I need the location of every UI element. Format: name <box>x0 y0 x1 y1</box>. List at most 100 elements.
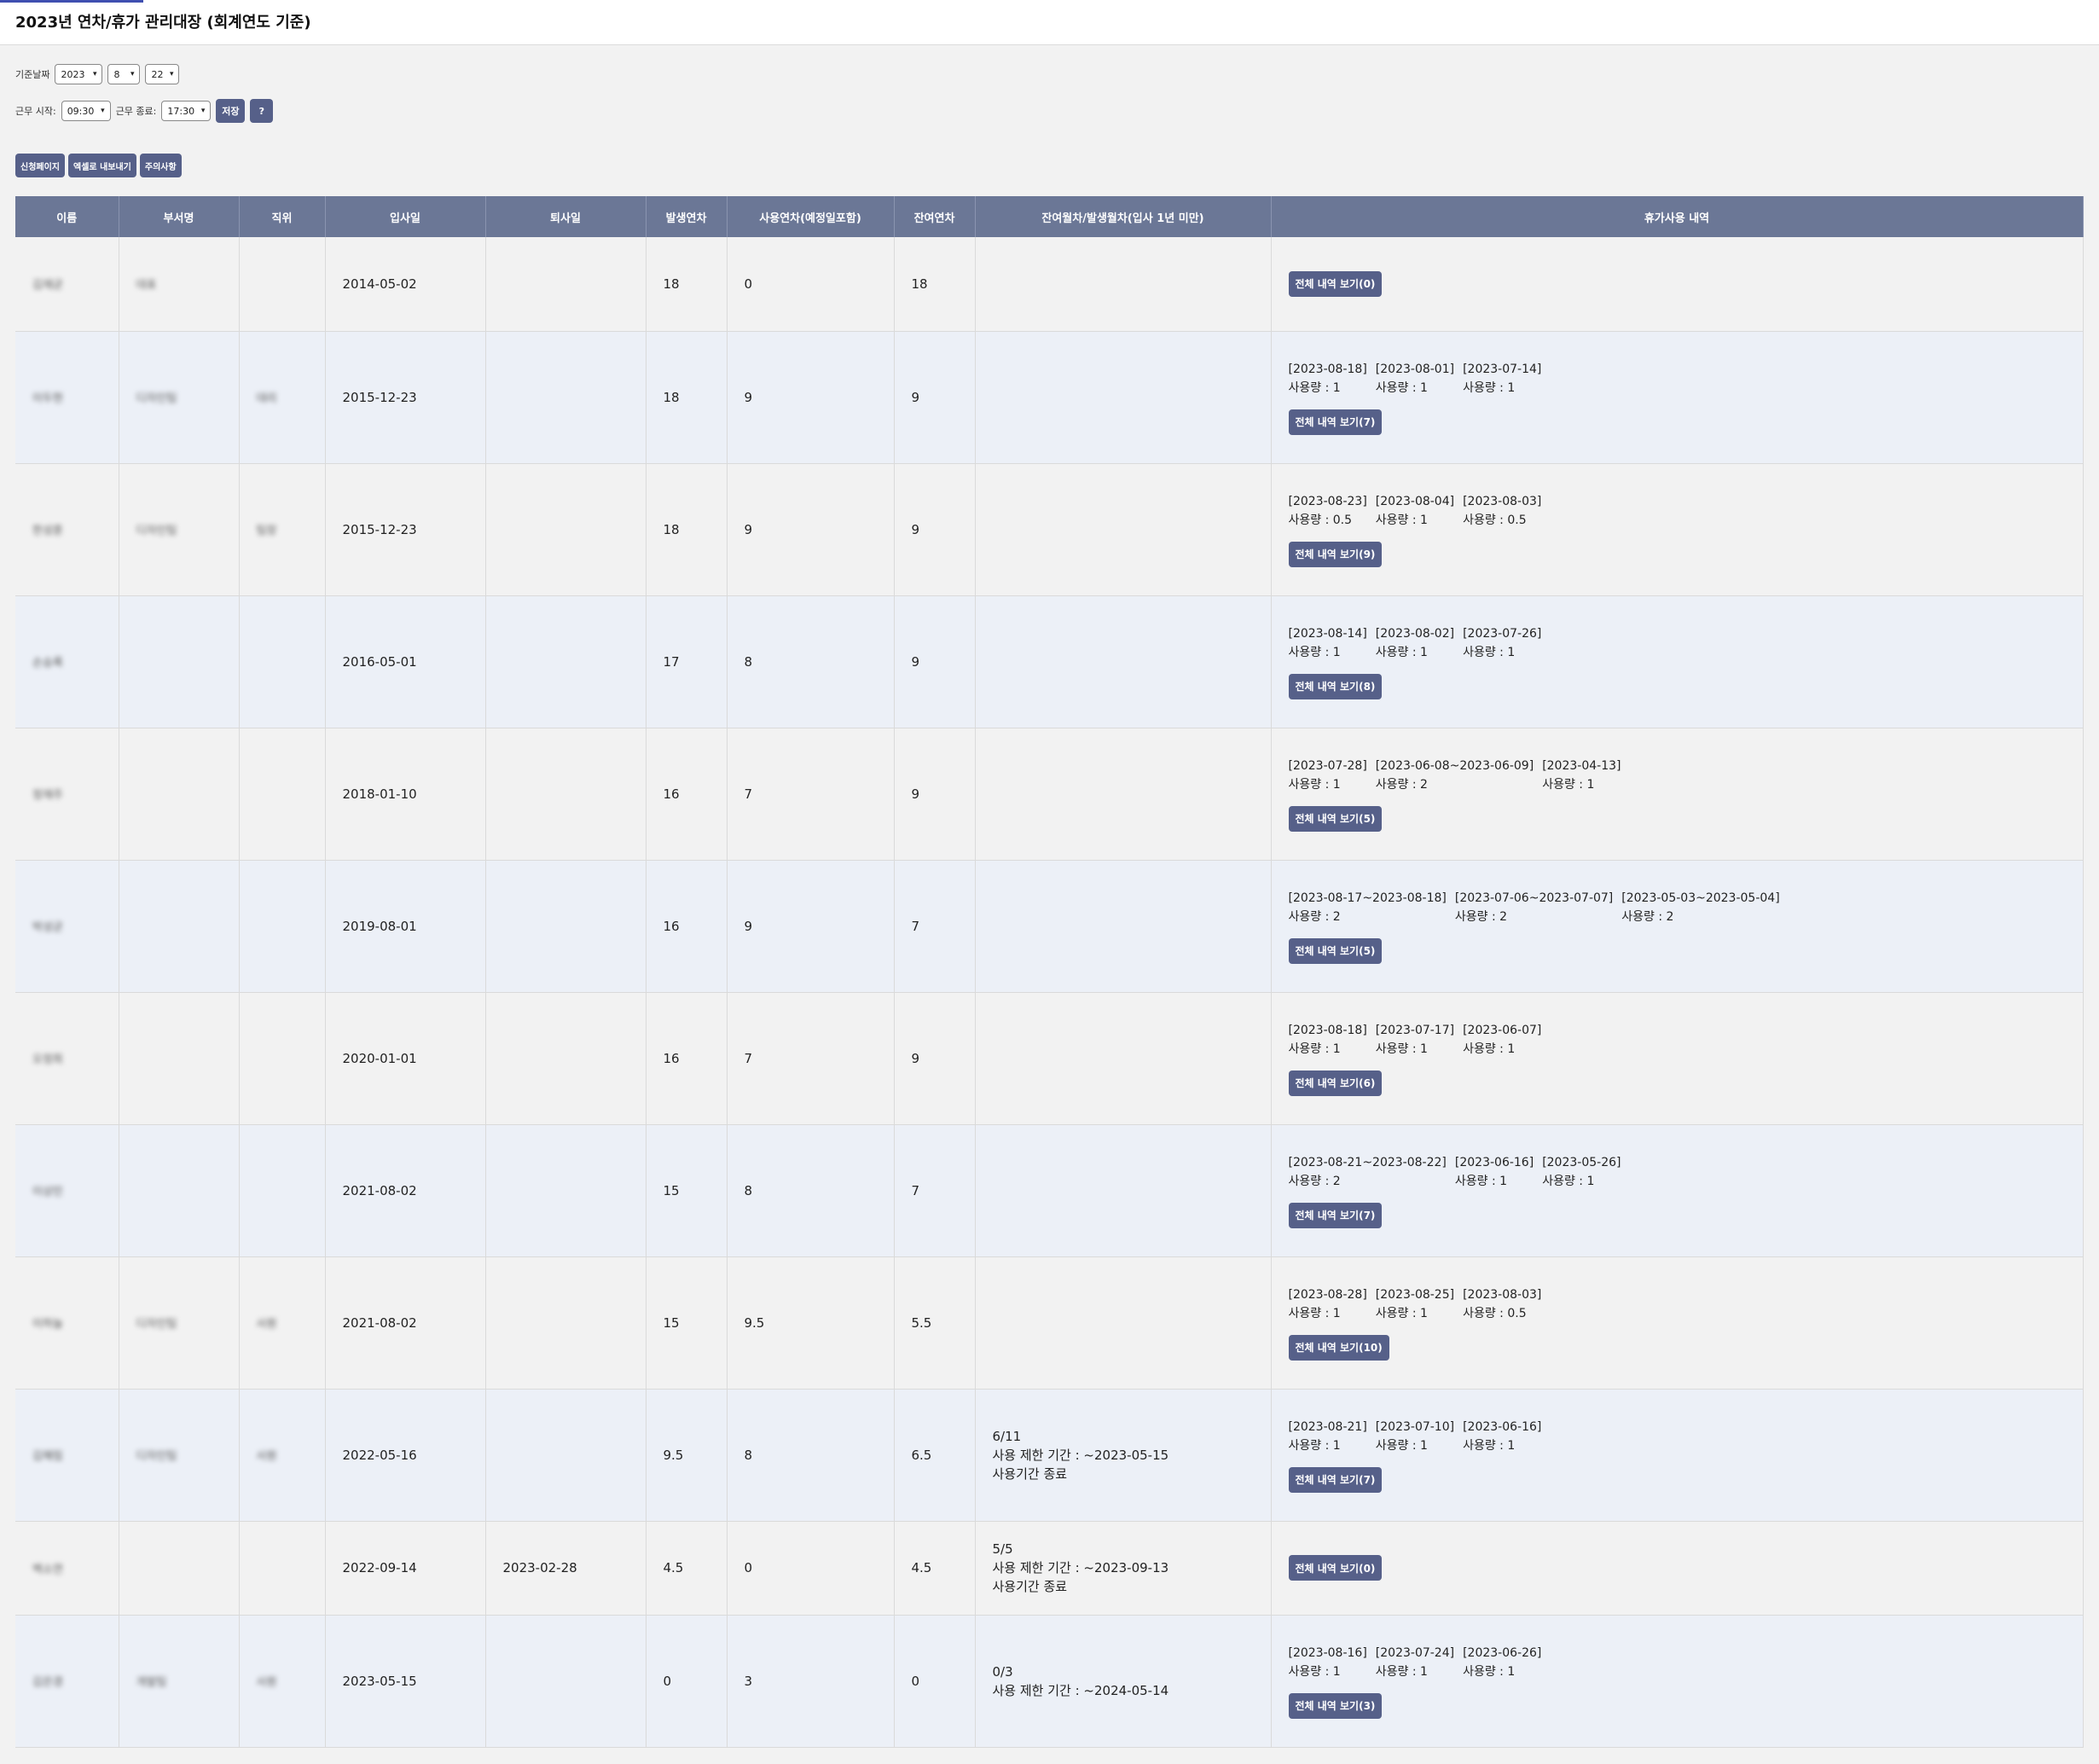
view-all-history-button[interactable]: 전체 내역 보기(0) <box>1288 1555 1383 1581</box>
column-header-name: 이름 <box>15 196 119 237</box>
remaining-cell: 0 <box>894 1615 976 1748</box>
position-cell: 대리 <box>239 331 326 464</box>
view-all-history-button[interactable]: 전체 내역 보기(7) <box>1288 1466 1383 1493</box>
history-entry: [2023-07-28] 사용량 : 1 <box>1289 757 1367 794</box>
chevron-down-icon: ▾ <box>130 70 135 78</box>
history-date: [2023-06-08~2023-06-09] <box>1375 758 1534 773</box>
monthly-cell: 5/5 사용 제한 기간 : ~2023-09-13 사용기간 종료 <box>975 1521 1272 1616</box>
monthly-cell <box>975 860 1272 993</box>
position-cell <box>239 860 326 993</box>
history-date: [2023-08-02] <box>1375 626 1455 641</box>
employee-name: 김은경 <box>32 1676 63 1689</box>
name-cell: 김재균 <box>15 237 119 332</box>
history-entry: [2023-08-01] 사용량 : 1 <box>1376 360 1454 397</box>
generated-cell: 4.5 <box>646 1521 728 1616</box>
history-date: [2023-06-26] <box>1463 1645 1542 1660</box>
history-entries: [2023-08-16] 사용량 : 1 [2023-07-24] 사용량 : 1 [2… <box>1289 1644 2083 1681</box>
used-cell: 3 <box>727 1615 895 1748</box>
monthly-line: 사용기간 종료 <box>992 1579 1068 1594</box>
history-date: [2023-08-23] <box>1288 494 1367 508</box>
history-date: [2023-07-14] <box>1463 362 1542 376</box>
notice-button[interactable]: 주의사항 <box>139 154 182 177</box>
table-row: 정재주 2018-01-10 16 7 9 [2023-07-28] 사용량 : 1 [202… <box>15 728 2084 861</box>
generated-cell: 15 <box>646 1124 728 1257</box>
used-cell: 9 <box>727 463 895 596</box>
position-cell: 팀장 <box>239 463 326 596</box>
employee-name: 김재균 <box>32 279 63 293</box>
table-header-row: 이름 부서명 직위 입사일 퇴사일 발생연차 사용연차(예정일포함) 잔여연차 … <box>15 196 2084 237</box>
history-usage: 사용량 : 1 <box>1463 1438 1516 1453</box>
apply-page-button[interactable]: 신청페이지 <box>15 154 65 177</box>
monthly-cell <box>975 1124 1272 1257</box>
position-name: 대리 <box>256 392 277 405</box>
view-all-history-button[interactable]: 전체 내역 보기(9) <box>1288 541 1383 567</box>
monthly-cell <box>975 331 1272 464</box>
used-cell: 9 <box>727 331 895 464</box>
history-entry: [2023-08-21] 사용량 : 1 <box>1289 1418 1367 1455</box>
hire-date-cell: 2015-12-23 <box>325 331 486 464</box>
remaining-cell: 9 <box>894 595 976 728</box>
hire-date-cell: 2020-01-01 <box>325 992 486 1125</box>
view-all-history-button[interactable]: 전체 내역 보기(7) <box>1288 1202 1383 1228</box>
view-all-history-button[interactable]: 전체 내역 보기(5) <box>1288 805 1383 832</box>
monthly-line: 사용 제한 기간 : ~2024-05-14 <box>992 1682 1169 1698</box>
view-all-history-button[interactable]: 전체 내역 보기(0) <box>1288 270 1383 297</box>
history-usage: 사용량 : 1 <box>1375 1438 1428 1453</box>
dept-cell <box>119 860 240 993</box>
history-entry: [2023-07-17] 사용량 : 1 <box>1376 1021 1454 1059</box>
view-all-history-button[interactable]: 전체 내역 보기(3) <box>1288 1692 1383 1719</box>
view-all-history-button[interactable]: 전체 내역 보기(6) <box>1288 1070 1383 1096</box>
column-header-generated: 발생연차 <box>646 196 728 237</box>
history-usage: 사용량 : 1 <box>1288 645 1341 659</box>
view-all-history-button[interactable]: 전체 내역 보기(8) <box>1288 673 1383 699</box>
table-row: 이하늘 디자인팀 사원 2021-08-02 15 9.5 5.5 [2023-08-28] 사… <box>15 1256 2084 1390</box>
monthly-line: 5/5 <box>992 1541 1013 1557</box>
department-name: 개발팀 <box>136 1676 167 1689</box>
day-select[interactable]: 22 ▾ <box>145 64 180 84</box>
history-entry: [2023-08-14] 사용량 : 1 <box>1289 624 1367 662</box>
employee-name: 백소연 <box>32 1563 63 1576</box>
remaining-cell: 9 <box>894 728 976 861</box>
history-entries: [2023-08-21] 사용량 : 1 [2023-07-10] 사용량 : 1 [2… <box>1289 1418 2083 1455</box>
history-entry: [2023-06-07] 사용량 : 1 <box>1463 1021 1541 1059</box>
remaining-cell: 6.5 <box>894 1389 976 1522</box>
export-excel-button[interactable]: 엑셀로 내보내기 <box>68 154 136 177</box>
column-header-remaining: 잔여연차 <box>894 196 976 237</box>
hire-date-cell: 2018-01-10 <box>325 728 486 861</box>
history-usage: 사용량 : 1 <box>1288 1438 1341 1453</box>
history-entry: [2023-08-17~2023-08-18] 사용량 : 2 <box>1289 889 1447 926</box>
history-cell: [2023-08-14] 사용량 : 1 [2023-08-02] 사용량 : 1 [2… <box>1271 595 2084 728</box>
table-row: 이두현 디자인팀 대리 2015-12-23 18 9 9 [2023-08-18] 사용량 :… <box>15 331 2084 464</box>
dept-cell <box>119 1521 240 1616</box>
month-select[interactable]: 8 ▾ <box>107 64 141 84</box>
leave-date-cell <box>485 1615 647 1748</box>
history-entry: [2023-07-14] 사용량 : 1 <box>1463 360 1541 397</box>
history-date: [2023-07-17] <box>1375 1023 1455 1037</box>
save-button[interactable]: 저장 <box>216 99 246 123</box>
view-all-history-button[interactable]: 전체 내역 보기(10) <box>1288 1334 1389 1361</box>
table-row: 김혜림 디자인팀 사원 2022-05-16 9.5 8 6.5 6/11 사용 제한 기간 :… <box>15 1389 2084 1522</box>
history-usage: 사용량 : 1 <box>1375 1306 1428 1320</box>
leave-date-cell <box>485 1389 647 1522</box>
history-usage: 사용량 : 1 <box>1454 1174 1508 1188</box>
dept-cell: 디자인팀 <box>119 463 240 596</box>
work-end-label: 근무 종료: <box>115 106 157 117</box>
monthly-cell <box>975 1256 1272 1390</box>
history-date: [2023-08-25] <box>1375 1287 1455 1302</box>
history-entries: [2023-07-28] 사용량 : 1 [2023-06-08~2023-06-0… <box>1289 757 2083 794</box>
work-end-select[interactable]: 17:30 ▾ <box>161 101 212 121</box>
used-cell: 7 <box>727 992 895 1125</box>
work-start-select[interactable]: 09:30 ▾ <box>61 101 111 121</box>
view-all-history-button[interactable]: 전체 내역 보기(7) <box>1288 409 1383 435</box>
help-button[interactable]: ? <box>250 99 274 123</box>
leave-date-cell <box>485 728 647 861</box>
history-usage: 사용량 : 1 <box>1375 1664 1428 1679</box>
history-cell: [2023-08-18] 사용량 : 1 [2023-08-01] 사용량 : 1 [2… <box>1271 331 2084 464</box>
history-entry: [2023-04-13] 사용량 : 1 <box>1542 757 1621 794</box>
position-cell <box>239 237 326 332</box>
history-entries: [2023-08-18] 사용량 : 1 [2023-07-17] 사용량 : 1 [2… <box>1289 1021 2083 1059</box>
dept-cell: 개발팀 <box>119 1615 240 1748</box>
year-select[interactable]: 2023 ▾ <box>55 64 103 84</box>
view-all-history-button[interactable]: 전체 내역 보기(5) <box>1288 937 1383 964</box>
history-entry: [2023-05-26] 사용량 : 1 <box>1542 1153 1621 1191</box>
